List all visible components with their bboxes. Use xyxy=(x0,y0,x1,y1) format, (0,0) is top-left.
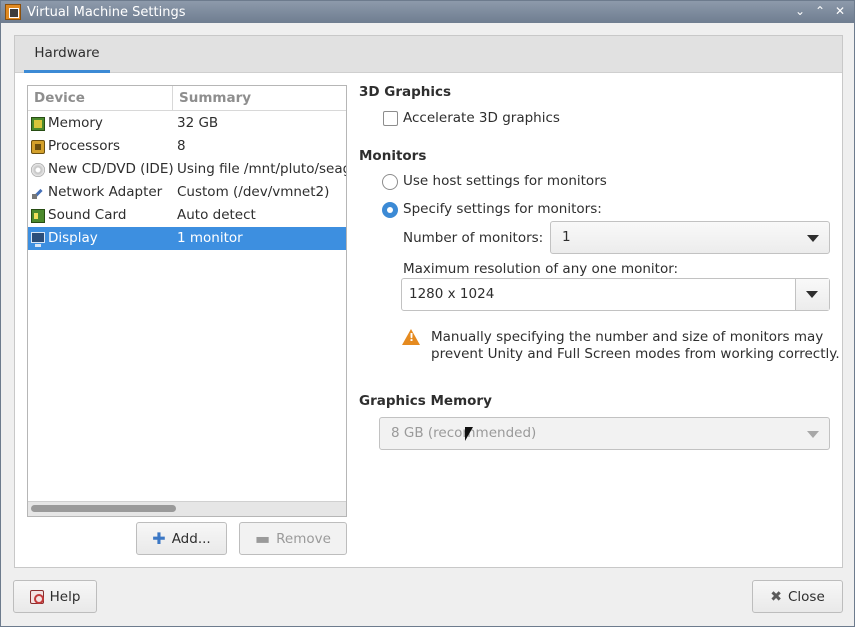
monitor-warning-text: Manually specifying the number and size … xyxy=(431,329,840,363)
max-resolution-value[interactable]: 1280 x 1024 xyxy=(409,279,494,310)
device-summary: 32 GB xyxy=(177,115,219,131)
help-button[interactable]: Help xyxy=(13,580,97,613)
window-title: Virtual Machine Settings xyxy=(27,4,186,20)
chevron-down-icon xyxy=(807,431,819,438)
network-icon xyxy=(31,186,45,200)
close-button-label: Close xyxy=(787,588,825,605)
number-of-monitors-value: 1 xyxy=(562,229,571,245)
minus-icon: ▬ xyxy=(255,528,271,548)
device-name: New CD/DVD (IDE) xyxy=(48,161,174,177)
device-summary: 1 monitor xyxy=(177,230,243,246)
section-title-3d-graphics: 3D Graphics xyxy=(359,84,452,100)
max-resolution-dropdown-button[interactable] xyxy=(795,279,829,310)
help-icon xyxy=(29,589,44,604)
column-header-summary[interactable]: Summary xyxy=(173,86,346,111)
title-bar[interactable]: Virtual Machine Settings ⌄ ⌃ ✕ xyxy=(1,1,854,23)
device-summary: Auto detect xyxy=(177,207,256,223)
close-window-button[interactable]: ✕ xyxy=(832,3,848,19)
memory-icon xyxy=(31,116,45,131)
number-of-monitors-label: Number of monitors: xyxy=(403,230,544,246)
device-row-display[interactable]: Display 1 monitor xyxy=(28,227,346,250)
device-name: Sound Card xyxy=(48,207,127,223)
close-button[interactable]: ✖ Close xyxy=(752,580,843,613)
device-summary: Custom (/dev/vmnet2) xyxy=(177,184,330,200)
device-row-cd-dvd[interactable]: New CD/DVD (IDE) Using file /mnt/pluto/s… xyxy=(28,158,346,181)
scrollbar-thumb[interactable] xyxy=(31,505,176,512)
number-of-monitors-dropdown[interactable]: 1 xyxy=(550,221,830,254)
device-list[interactable]: Device Summary Memory 32 GB Processors 8… xyxy=(27,85,347,517)
help-button-label: Help xyxy=(49,588,81,605)
remove-button-label: Remove xyxy=(276,530,331,547)
device-row-network-adapter[interactable]: Network Adapter Custom (/dev/vmnet2) xyxy=(28,181,346,204)
section-title-monitors: Monitors xyxy=(359,148,427,164)
device-summary: 8 xyxy=(177,138,186,154)
graphics-memory-dropdown[interactable]: 8 GB (recommended) xyxy=(379,417,830,450)
accelerate-3d-checkbox[interactable] xyxy=(383,111,398,126)
device-summary: Using file /mnt/pluto/seaga xyxy=(177,161,346,177)
add-device-button[interactable]: ✚ Add... xyxy=(136,522,227,555)
warning-line-2: prevent Unity and Full Screen modes from… xyxy=(431,346,840,362)
sound-card-icon xyxy=(31,208,45,223)
close-icon: ✖ xyxy=(770,588,782,605)
maximize-button[interactable]: ⌃ xyxy=(812,3,828,19)
warning-line-1: Manually specifying the number and size … xyxy=(431,329,824,345)
warning-icon xyxy=(402,329,420,345)
cpu-icon xyxy=(31,139,45,154)
device-row-processors[interactable]: Processors 8 xyxy=(28,135,346,158)
device-name: Memory xyxy=(48,115,103,131)
horizontal-scrollbar[interactable] xyxy=(28,501,346,516)
device-name: Network Adapter xyxy=(48,184,163,200)
use-host-settings-radio[interactable] xyxy=(382,174,398,190)
remove-device-button[interactable]: ▬ Remove xyxy=(239,522,347,555)
device-name: Display xyxy=(48,230,98,246)
device-list-header: Device Summary xyxy=(28,86,346,111)
chevron-down-icon xyxy=(807,235,819,242)
graphics-memory-value: 8 GB (recommended) xyxy=(391,425,537,441)
minimize-button[interactable]: ⌄ xyxy=(792,3,808,19)
tab-hardware[interactable]: Hardware xyxy=(24,36,110,73)
display-icon xyxy=(31,232,45,247)
accelerate-3d-label[interactable]: Accelerate 3D graphics xyxy=(403,110,560,126)
use-host-settings-label[interactable]: Use host settings for monitors xyxy=(403,173,607,189)
mouse-cursor xyxy=(465,427,473,441)
section-title-graphics-memory: Graphics Memory xyxy=(359,393,492,409)
add-button-label: Add... xyxy=(171,530,211,547)
max-resolution-combo[interactable]: 1280 x 1024 xyxy=(401,278,830,311)
vmware-app-icon xyxy=(5,4,21,20)
cd-icon xyxy=(31,162,45,177)
tab-strip: Hardware xyxy=(15,36,842,73)
device-row-sound-card[interactable]: Sound Card Auto detect xyxy=(28,204,346,227)
settings-window: Virtual Machine Settings ⌄ ⌃ ✕ Hardware … xyxy=(0,0,855,627)
device-row-memory[interactable]: Memory 32 GB xyxy=(28,112,346,135)
column-header-device[interactable]: Device xyxy=(28,86,173,111)
max-resolution-label: Maximum resolution of any one monitor: xyxy=(403,261,679,277)
tab-container: Hardware Device Summary Memory 32 GB Pro… xyxy=(14,35,843,568)
specify-settings-radio[interactable] xyxy=(382,202,398,218)
specify-settings-label[interactable]: Specify settings for monitors: xyxy=(403,201,602,217)
device-name: Processors xyxy=(48,138,121,154)
plus-icon: ✚ xyxy=(152,528,166,548)
